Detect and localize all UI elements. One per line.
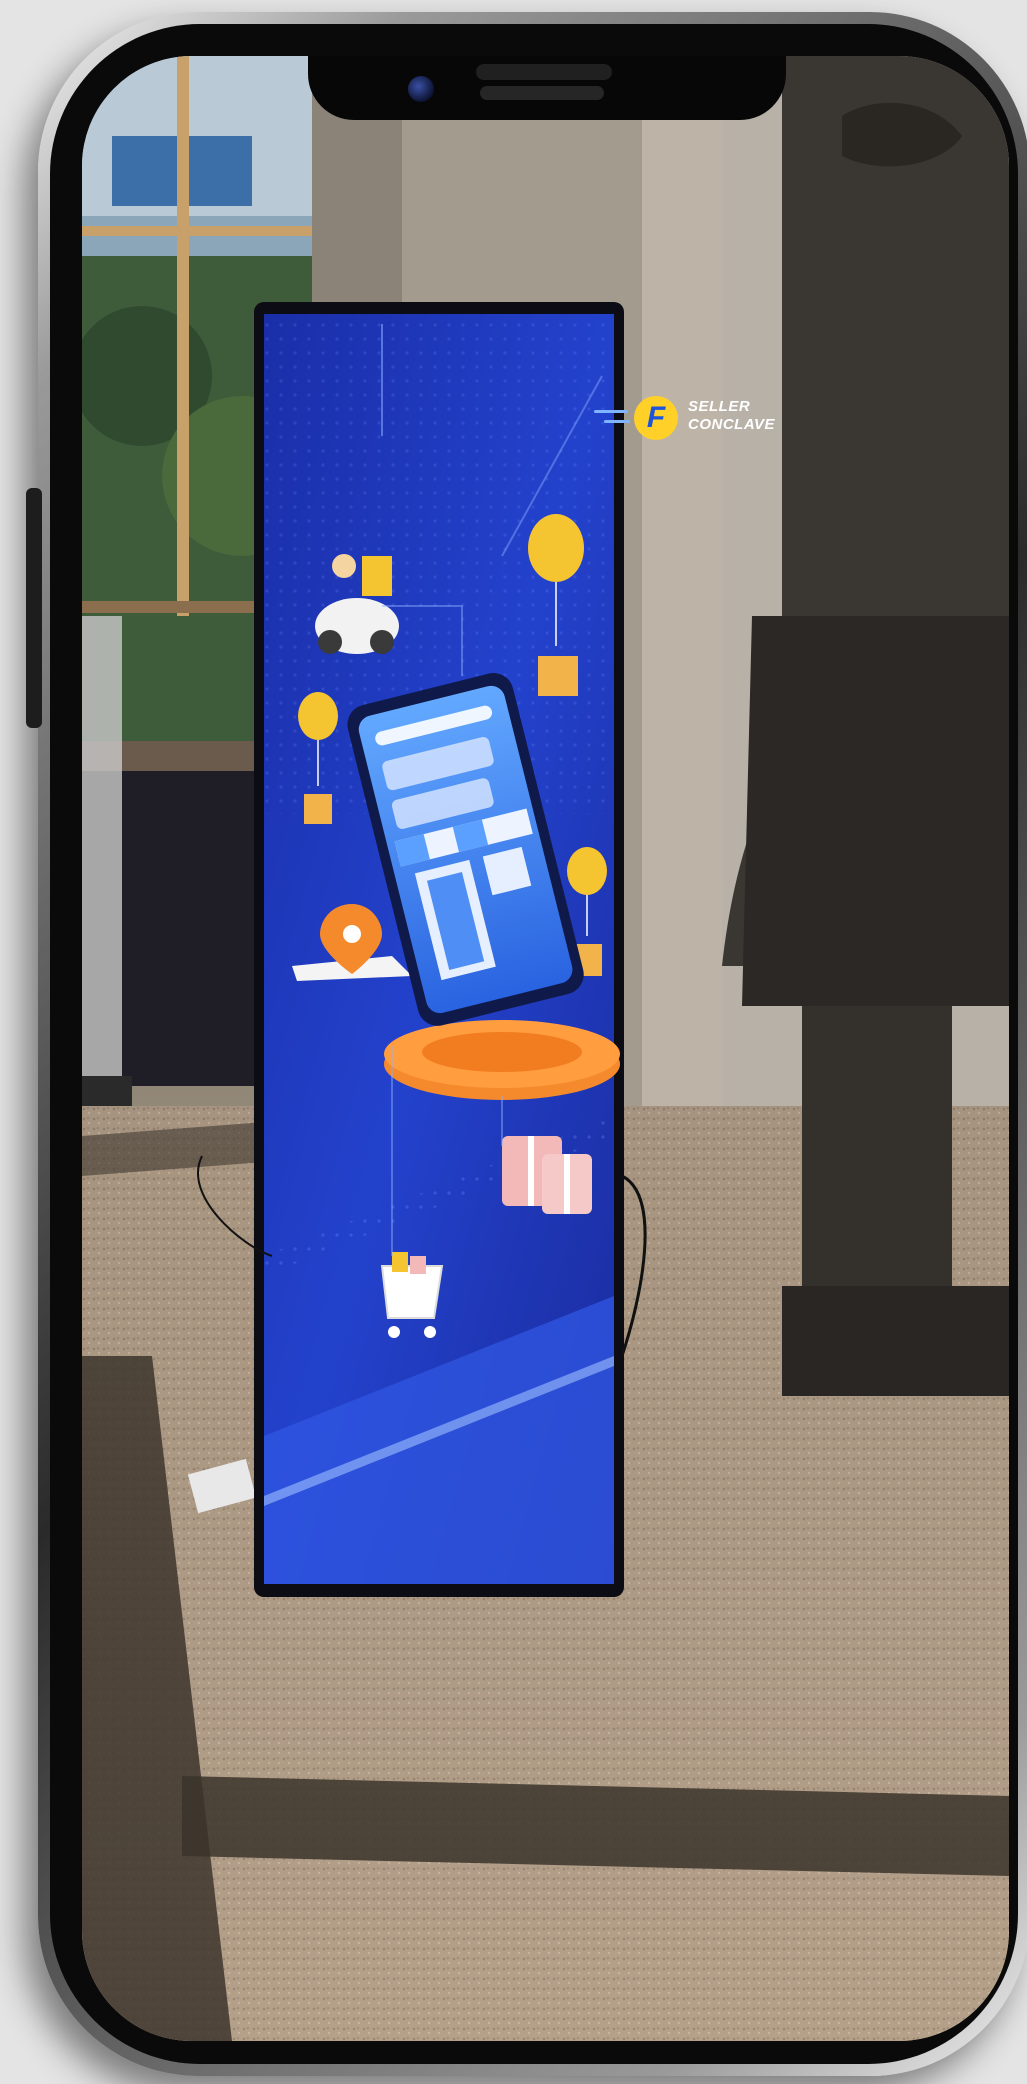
front-camera-icon — [408, 76, 434, 102]
phone-notch — [308, 56, 786, 120]
swoosh-line — [594, 410, 628, 413]
seller-conclave-logo: F SELLER CONCLAVE — [594, 388, 794, 448]
speaker-grille — [480, 86, 604, 100]
logo-line-2: CONCLAVE — [688, 416, 776, 433]
logo-text: SELLER CONCLAVE — [688, 398, 798, 434]
phone-screen-photo: F SELLER CONCLAVE — [82, 56, 1009, 2041]
swoosh-line — [604, 420, 630, 423]
logo-mark: F — [634, 396, 678, 440]
side-button — [26, 488, 42, 728]
display-stand — [254, 302, 624, 1597]
earpiece — [476, 64, 612, 80]
photo-scene — [82, 56, 1009, 2041]
logo-line-1: SELLER — [688, 398, 751, 415]
